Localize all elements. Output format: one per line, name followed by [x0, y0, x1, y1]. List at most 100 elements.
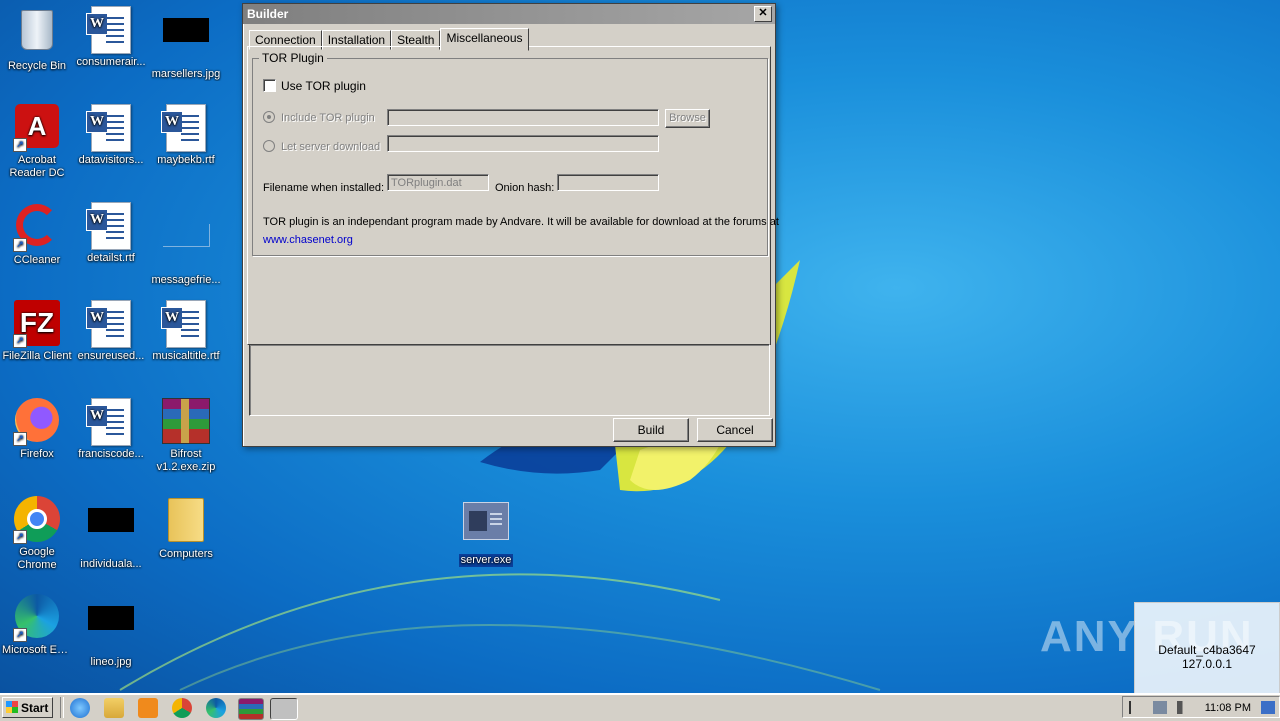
filename-label: Filename when installed:: [263, 182, 385, 194]
desktop-icon-label: datavisitors...: [78, 154, 144, 166]
start-label: Start: [21, 701, 49, 715]
executable-icon: [462, 502, 510, 550]
host-ip: 127.0.0.1: [1181, 657, 1233, 671]
browse-button[interactable]: Browse: [665, 109, 710, 128]
desktop-icon-edge[interactable]: ↗ Microsoft Edge: [0, 594, 74, 657]
edge-taskbar-icon[interactable]: [206, 698, 226, 718]
build-button[interactable]: Build: [613, 418, 689, 442]
volume-icon[interactable]: [1177, 701, 1191, 714]
word-document-icon: W: [161, 300, 210, 348]
desktop-icon-lineo[interactable]: lineo.jpg: [74, 594, 148, 669]
filename-field[interactable]: TORplugin.dat: [387, 174, 489, 191]
media-player-icon[interactable]: [138, 698, 158, 718]
desktop-icon-label: franciscode...: [78, 448, 144, 460]
dialog-titlebar[interactable]: Builder ✕: [243, 4, 775, 24]
desktop-icon-franciscode[interactable]: W franciscode...: [74, 398, 148, 461]
tab-strip: Connection Installation Stealth Miscella…: [249, 28, 529, 51]
image-file-icon: [162, 18, 210, 66]
desktop-icon-chrome[interactable]: ↗ Google Chrome: [0, 496, 74, 572]
start-button[interactable]: Start: [2, 697, 53, 718]
let-server-download-label: Let server download: [281, 141, 381, 153]
onion-hash-field[interactable]: [557, 174, 659, 191]
word-document-icon: W: [86, 300, 135, 348]
desktop-icon-marsellers[interactable]: marsellers.jpg: [149, 6, 223, 81]
onion-hash-label: Onion hash:: [495, 182, 555, 194]
include-tor-radio[interactable]: [263, 111, 275, 123]
desktop-icon-label: Bifrost v1.2.exe.zip: [156, 448, 216, 473]
internet-explorer-icon[interactable]: [70, 698, 90, 718]
desktop-icon-label: CCleaner: [13, 254, 61, 266]
info-text: TOR plugin is an independant program mad…: [263, 216, 779, 228]
action-center-flag-icon[interactable]: [1129, 701, 1145, 714]
desktop-icon-label: lineo.jpg: [90, 656, 132, 668]
chasenet-link[interactable]: www.chasenet.org: [263, 234, 353, 246]
word-document-icon: W: [86, 398, 135, 446]
cancel-button[interactable]: Cancel: [697, 418, 773, 442]
desktop-icon-ensureused[interactable]: W ensureused...: [74, 300, 148, 363]
firefox-icon: ↗: [13, 398, 61, 446]
recycle-bin-icon: [13, 10, 61, 58]
desktop-icon-consumerair[interactable]: W consumerair...: [74, 6, 148, 69]
desktop-icon-individuala[interactable]: individuala...: [74, 496, 148, 571]
folder-icon: [162, 498, 210, 546]
desktop-icon-bifrost-zip[interactable]: Bifrost v1.2.exe.zip: [149, 398, 223, 474]
winrar-taskbar-icon[interactable]: [238, 698, 264, 720]
desktop-icon-filezilla[interactable]: FZ ↗ FileZilla Client: [0, 300, 74, 363]
desktop-icon-label: Acrobat Reader DC: [9, 154, 65, 179]
tor-plugin-group: TOR Plugin Use TOR plugin Include TOR pl…: [252, 51, 779, 256]
network-icon[interactable]: [1153, 701, 1167, 714]
chrome-icon: ↗: [13, 496, 61, 544]
desktop-icon-recycle-bin[interactable]: Recycle Bin: [0, 6, 74, 73]
ccleaner-icon: ↗: [13, 204, 61, 252]
desktop-icon-label: maybekb.rtf: [157, 154, 215, 166]
desktop-icon-label: marsellers.jpg: [151, 68, 221, 80]
word-document-icon: W: [86, 104, 135, 152]
builder-dialog: Builder ✕ Connection Installation Stealt…: [242, 3, 779, 447]
show-desktop-icon[interactable]: [1261, 701, 1275, 714]
acrobat-icon: A ↗: [13, 104, 61, 152]
desktop-icon-maybekb[interactable]: W maybekb.rtf: [149, 104, 223, 167]
file-explorer-icon[interactable]: [104, 698, 124, 718]
let-server-download-radio[interactable]: [263, 140, 275, 152]
windows-logo-icon: [6, 701, 18, 713]
desktop-icon-datavisitors[interactable]: W datavisitors...: [74, 104, 148, 167]
desktop-icon-computers-folder[interactable]: Computers: [149, 496, 223, 561]
desktop-icon-server-exe[interactable]: server.exe: [449, 498, 523, 571]
builder-app-taskbar-icon[interactable]: [270, 698, 298, 720]
desktop-icon-detailst[interactable]: W detailst.rtf: [74, 202, 148, 265]
desktop-icon-ccleaner[interactable]: ↗ CCleaner: [0, 202, 74, 267]
desktop-icon-label: Microsoft Edge: [2, 644, 74, 656]
image-file-icon: [87, 606, 135, 654]
build-log-area[interactable]: [249, 344, 770, 416]
desktop-icon-musicaltitle[interactable]: W musicaltitle.rtf: [149, 300, 223, 363]
desktop-icon-label: Google Chrome: [17, 546, 57, 571]
desktop-icon-label: Recycle Bin: [7, 60, 67, 72]
desktop-icon-messagefrie[interactable]: messagefrie...: [149, 202, 223, 287]
desktop-icon-label: consumerair...: [76, 56, 146, 68]
desktop-icon-label: Firefox: [20, 448, 54, 460]
include-tor-label: Include TOR plugin: [281, 112, 375, 124]
desktop-icon-label: messagefrie...: [151, 274, 221, 286]
host-name: Default_c4ba3647: [1158, 643, 1256, 657]
use-tor-checkbox[interactable]: [263, 79, 276, 92]
winrar-archive-icon: [162, 398, 210, 446]
host-info-box: Default_c4ba3647 127.0.0.1: [1134, 602, 1280, 694]
filezilla-icon: FZ ↗: [13, 300, 61, 348]
close-button[interactable]: ✕: [754, 6, 772, 22]
desktop-icon-firefox[interactable]: ↗ Firefox: [0, 398, 74, 461]
system-tray: 11:08 PM: [1122, 696, 1280, 718]
dialog-title: Builder: [247, 7, 289, 21]
group-title: TOR Plugin: [259, 51, 327, 65]
desktop-icon-label: FileZilla Client: [2, 350, 72, 362]
let-server-download-field[interactable]: [387, 135, 659, 152]
image-file-icon: [87, 508, 135, 556]
desktop-icon-acrobat[interactable]: A ↗ Acrobat Reader DC: [0, 104, 74, 180]
edge-icon: ↗: [13, 594, 61, 642]
blank-file-icon: [162, 224, 210, 272]
taskbar-clock[interactable]: 11:08 PM: [1205, 702, 1251, 714]
include-tor-path-field[interactable]: [387, 109, 659, 126]
word-document-icon: W: [86, 202, 135, 250]
chrome-taskbar-icon[interactable]: [172, 698, 192, 718]
tab-miscellaneous[interactable]: Miscellaneous: [440, 28, 529, 51]
desktop-icon-label: individuala...: [80, 558, 142, 570]
